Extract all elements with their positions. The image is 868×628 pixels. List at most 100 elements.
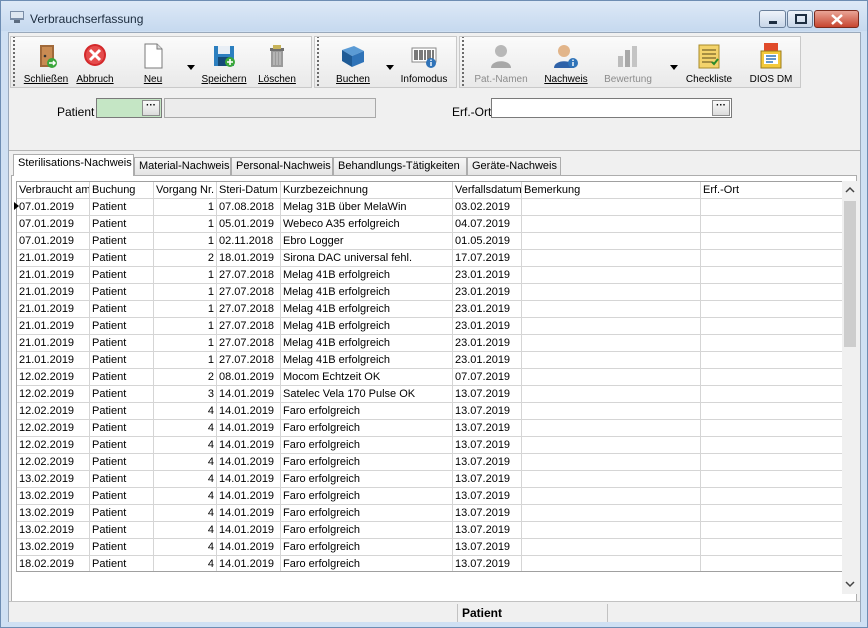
- cell-kurzbezeichnung: Melag 41B erfolgreich: [281, 318, 453, 335]
- table-row[interactable]: 21.01.2019 Patient 1 27.07.2018 Melag 41B er…: [17, 301, 842, 318]
- rating-button-label: Bewertung: [604, 74, 652, 85]
- table-row[interactable]: 12.02.2019 Patient 3 14.01.2019 Satelec Vela…: [17, 386, 842, 403]
- minimize-button[interactable]: [759, 10, 786, 28]
- rating-button[interactable]: Bewertung: [600, 39, 656, 87]
- tab-sterilization-proof[interactable]: Sterilisations-Nachweis: [13, 154, 134, 176]
- cell-erf-ort: [701, 352, 842, 369]
- scroll-up-icon[interactable]: [845, 185, 855, 195]
- cell-buchung: Patient: [90, 369, 154, 386]
- cell-steri-datum: 14.01.2019: [217, 539, 281, 556]
- table-row[interactable]: 13.02.2019 Patient 4 14.01.2019 Faro erfolgr…: [17, 505, 842, 522]
- table-row[interactable]: 12.02.2019 Patient 4 14.01.2019 Faro erfolgr…: [17, 454, 842, 471]
- table-row[interactable]: 21.01.2019 Patient 1 27.07.2018 Melag 41B er…: [17, 284, 842, 301]
- dios-dm-button[interactable]: DIOS DM: [746, 39, 796, 87]
- table-row[interactable]: 13.02.2019 Patient 4 14.01.2019 Faro erfolgr…: [17, 539, 842, 556]
- scrollbar-thumb[interactable]: [844, 201, 856, 347]
- patient-lookup-button[interactable]: ···: [142, 100, 160, 116]
- title-bar[interactable]: Verbrauchserfassung: [1, 1, 867, 31]
- vertical-scrollbar[interactable]: [842, 181, 857, 594]
- column-header-vorgang-nr[interactable]: Vorgang Nr.: [154, 182, 217, 199]
- column-header-verfallsdatum[interactable]: Verfallsdatum: [453, 182, 522, 199]
- cell-kurzbezeichnung: Melag 41B erfolgreich: [281, 267, 453, 284]
- patient-id-field[interactable]: ···: [96, 98, 162, 118]
- cell-erf-ort: [701, 386, 842, 403]
- table-row[interactable]: 18.02.2019 Patient 4 14.01.2019 Faro erfolgr…: [17, 556, 842, 571]
- cell-verfallsdatum: 13.07.2019: [453, 539, 522, 556]
- column-header-buchung[interactable]: Buchung: [90, 182, 154, 199]
- cell-erf-ort: [701, 301, 842, 318]
- cell-erf-ort: [701, 539, 842, 556]
- cell-erf-ort: [701, 505, 842, 522]
- cell-erf-ort: [701, 420, 842, 437]
- table-row[interactable]: 07.01.2019 Patient 1 02.11.2018 Ebro Logger 0…: [17, 233, 842, 250]
- cell-vorgang-nr: 4: [154, 505, 217, 522]
- cell-vorgang-nr: 4: [154, 471, 217, 488]
- column-header-steri-datum[interactable]: Steri-Datum: [217, 182, 281, 199]
- cell-verbraucht-am: 21.01.2019: [17, 318, 90, 335]
- close-button[interactable]: Schließen: [23, 39, 69, 87]
- table-row[interactable]: 07.01.2019 Patient 1 05.01.2019 Webeco A35 e…: [17, 216, 842, 233]
- delete-button[interactable]: Löschen: [255, 39, 299, 87]
- tab-treatment-activities[interactable]: Behandlungs-Tätigkeiten: [333, 157, 467, 175]
- maximize-button[interactable]: [787, 10, 813, 28]
- cell-erf-ort: [701, 522, 842, 539]
- new-dropdown-icon[interactable]: [187, 65, 195, 71]
- cell-erf-ort: [701, 437, 842, 454]
- table-row[interactable]: 13.02.2019 Patient 4 14.01.2019 Faro erfolgr…: [17, 488, 842, 505]
- save-button[interactable]: Speichern: [201, 39, 247, 87]
- status-segment-3: [607, 604, 860, 622]
- location-lookup-button[interactable]: ···: [712, 100, 730, 116]
- cell-steri-datum: 27.07.2018: [217, 318, 281, 335]
- close-icon: [831, 14, 843, 25]
- toolbar-grip[interactable]: [315, 37, 322, 87]
- table-row[interactable]: 12.02.2019 Patient 2 08.01.2019 Mocom Echtze…: [17, 369, 842, 386]
- close-window-button[interactable]: [814, 10, 859, 28]
- table-row[interactable]: 12.02.2019 Patient 4 14.01.2019 Faro erfolgr…: [17, 437, 842, 454]
- column-header-kurzbezeichnung[interactable]: Kurzbezeichnung: [281, 182, 453, 199]
- cell-verbraucht-am: 13.02.2019: [17, 522, 90, 539]
- cell-steri-datum: 27.07.2018: [217, 352, 281, 369]
- column-header-bemerkung[interactable]: Bemerkung: [522, 182, 701, 199]
- table-row[interactable]: 07.01.2019 Patient 1 07.08.2018 Melag 31B üb…: [17, 199, 842, 216]
- info-mode-button[interactable]: Infomodus: [399, 39, 449, 87]
- table-row[interactable]: 21.01.2019 Patient 1 27.07.2018 Melag 41B er…: [17, 267, 842, 284]
- toolbar-grip[interactable]: [460, 37, 467, 87]
- cell-bemerkung: [522, 454, 701, 471]
- scroll-down-icon[interactable]: [845, 579, 855, 589]
- cell-kurzbezeichnung: Sirona DAC universal fehl.: [281, 250, 453, 267]
- cell-bemerkung: [522, 233, 701, 250]
- cell-kurzbezeichnung: Mocom Echtzeit OK: [281, 369, 453, 386]
- patient-names-button[interactable]: Pat.-Namen: [474, 39, 528, 87]
- cell-vorgang-nr: 3: [154, 386, 217, 403]
- toolbar-grip[interactable]: [11, 37, 18, 87]
- cell-vorgang-nr: 1: [154, 352, 217, 369]
- column-header-erf-ort[interactable]: Erf.-Ort: [701, 182, 842, 199]
- tab-device-proof[interactable]: Geräte-Nachweis: [467, 157, 561, 175]
- proof-button[interactable]: Nachweis: [542, 39, 590, 87]
- checklist-button[interactable]: Checkliste: [684, 39, 734, 87]
- column-header-verbraucht-am[interactable]: Verbraucht am: [17, 182, 90, 199]
- table-row[interactable]: 12.02.2019 Patient 4 14.01.2019 Faro erfolgr…: [17, 420, 842, 437]
- table-row[interactable]: 13.02.2019 Patient 4 14.01.2019 Faro erfolgr…: [17, 522, 842, 539]
- cancel-button[interactable]: Abbruch: [73, 39, 117, 87]
- rating-dropdown-icon[interactable]: [670, 65, 678, 71]
- cell-bemerkung: [522, 199, 701, 216]
- cell-steri-datum: 18.01.2019: [217, 250, 281, 267]
- cell-verbraucht-am: 21.01.2019: [17, 352, 90, 369]
- table-row[interactable]: 21.01.2019 Patient 1 27.07.2018 Melag 41B er…: [17, 352, 842, 369]
- status-segment-1: [9, 604, 457, 622]
- table-row[interactable]: 21.01.2019 Patient 2 18.01.2019 Sirona DAC u…: [17, 250, 842, 267]
- cell-bemerkung: [522, 369, 701, 386]
- table-row[interactable]: 12.02.2019 Patient 4 14.01.2019 Faro erfolgr…: [17, 403, 842, 420]
- cell-buchung: Patient: [90, 199, 154, 216]
- tab-material-proof[interactable]: Material-Nachweis: [134, 157, 231, 175]
- toolbar: Schließen Abbruch Neu Speichern Löschen …: [9, 33, 860, 91]
- table-row[interactable]: 21.01.2019 Patient 1 27.07.2018 Melag 41B er…: [17, 335, 842, 352]
- tab-staff-proof[interactable]: Personal-Nachweis: [231, 157, 333, 175]
- book-dropdown-icon[interactable]: [386, 65, 394, 71]
- new-button[interactable]: Neu: [133, 39, 173, 87]
- book-button[interactable]: Buchen: [331, 39, 375, 87]
- location-field[interactable]: ···: [491, 98, 732, 118]
- table-row[interactable]: 13.02.2019 Patient 4 14.01.2019 Faro erfolgr…: [17, 471, 842, 488]
- table-row[interactable]: 21.01.2019 Patient 1 27.07.2018 Melag 41B er…: [17, 318, 842, 335]
